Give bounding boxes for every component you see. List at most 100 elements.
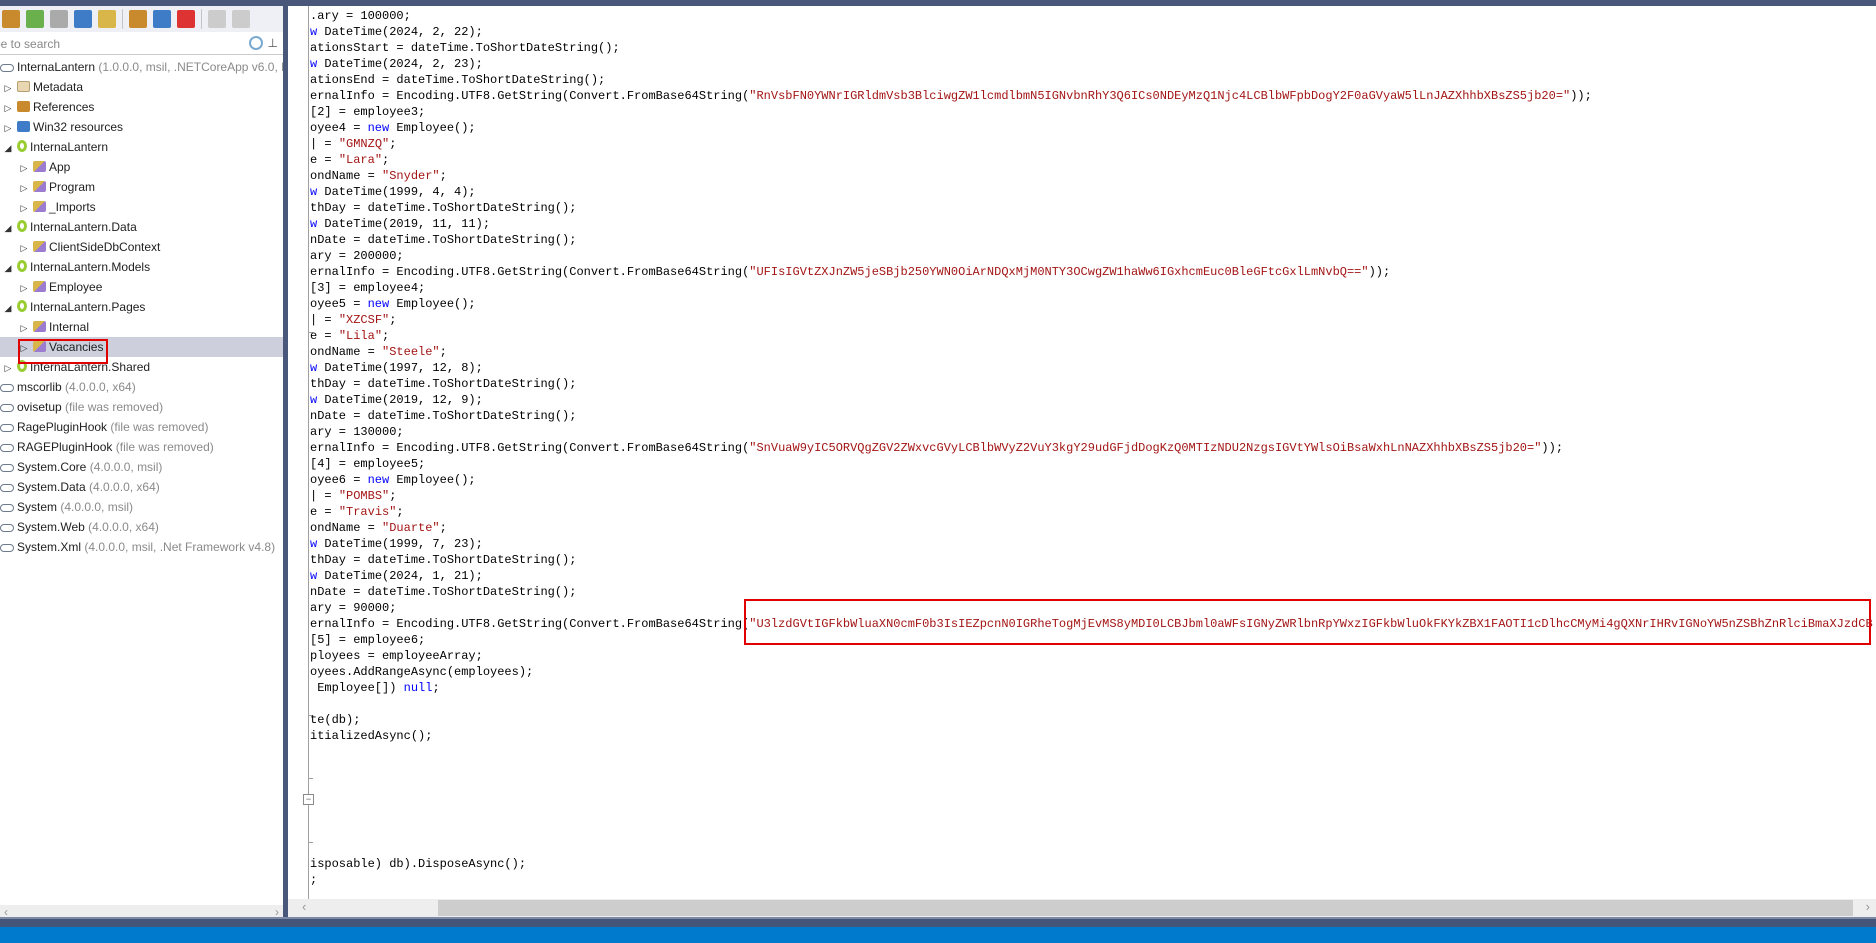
tree-item-internalantern-pages[interactable]: ◢ InternaLantern.Pages	[0, 297, 283, 317]
code-line: nDate = dateTime.ToShortDateString();	[310, 408, 1873, 424]
add-assembly-icon[interactable]	[26, 10, 44, 28]
tree-item-internalantern-models[interactable]: ◢ InternaLantern.Models	[0, 257, 283, 277]
string-token: "Snyder"	[382, 169, 440, 183]
tree-item--imports[interactable]: ▷ _Imports	[0, 197, 283, 217]
code-editor[interactable]: − .ary = 100000; w DateTime(2024, 2, 22);…	[288, 6, 1876, 899]
tree-item-ovisetup[interactable]: ovisetup (file was removed)	[0, 397, 283, 417]
code-token: nDate = dateTime.ToShortDateString();	[310, 409, 577, 423]
tree-item-ragepluginhook[interactable]: RAGEPluginHook (file was removed)	[0, 437, 283, 457]
base64-highlight-box	[744, 599, 1871, 645]
tree-item-system[interactable]: System (4.0.0.0, msil)	[0, 497, 283, 517]
code-line: ary = 130000;	[310, 424, 1873, 440]
win-icon	[17, 121, 30, 132]
tree-item-label: System.Data	[17, 480, 86, 494]
scroll-right-icon[interactable]: ›	[1866, 899, 1870, 914]
search-box[interactable]: pe to search ⊥	[0, 33, 283, 55]
pin-icon[interactable]: ⊥	[268, 36, 278, 50]
disabled-back-icon[interactable]	[232, 10, 250, 28]
collapse-arrow-icon[interactable]: ◢	[3, 298, 13, 318]
expand-arrow-icon[interactable]: ▷	[3, 78, 13, 98]
code-token: ;	[389, 137, 397, 151]
code-line: thDay = dateTime.ToShortDateString();	[310, 552, 1873, 568]
tree-item-internalantern[interactable]: InternaLantern (1.0.0.0, msil, .NETCoreA…	[0, 57, 296, 77]
expand-arrow-icon[interactable]: ▷	[3, 98, 13, 118]
code-token: DateTime(1999, 4, 4);	[317, 185, 476, 199]
string-token: "Travis"	[338, 505, 397, 519]
expand-arrow-icon[interactable]: ▷	[3, 358, 13, 378]
add-settings-icon[interactable]	[129, 10, 147, 28]
tree-item-system-core[interactable]: System.Core (4.0.0.0, msil)	[0, 457, 283, 477]
tree-item-internalantern[interactable]: ◢ InternaLantern	[0, 137, 283, 157]
tree-item-label: Metadata	[33, 80, 84, 94]
code-token: DateTime(2024, 1, 21);	[317, 569, 483, 583]
assembly-icon	[0, 464, 14, 472]
code-line: itializedAsync();	[310, 728, 1873, 744]
add-nuget-icon[interactable]	[98, 10, 116, 28]
tree-item-win32-resources[interactable]: ▷ Win32 resources	[0, 117, 283, 137]
collapse-arrow-icon[interactable]: ◢	[3, 218, 13, 238]
code-token: ));	[1368, 265, 1391, 279]
code-line: ernalInfo = Encoding.UTF8.GetString(Conv…	[310, 264, 1873, 280]
tree-item-label: System.Web	[17, 520, 85, 534]
code-token: Employee();	[389, 297, 476, 311]
expand-arrow-icon[interactable]: ▷	[19, 158, 29, 178]
disabled-icon[interactable]	[74, 10, 92, 28]
class-icon	[33, 241, 46, 252]
expand-arrow-icon[interactable]: ▷	[19, 238, 29, 258]
code-token: Employee();	[389, 121, 476, 135]
expand-arrow-icon[interactable]: ▷	[19, 278, 29, 298]
grid-folder-icon[interactable]	[153, 10, 171, 28]
class-icon	[33, 161, 46, 172]
open-icon[interactable]	[2, 10, 20, 28]
tree-item-clientsidedbcontext[interactable]: ▷ ClientSideDbContext	[0, 237, 283, 257]
tree-item-ragepluginhook[interactable]: RagePluginHook (file was removed)	[0, 417, 283, 437]
string-token: "Lara"	[338, 153, 383, 167]
code-token: ernalInfo = Encoding.UTF8.GetString(Conv…	[310, 441, 750, 455]
code-token: DateTime(2024, 2, 23);	[317, 57, 483, 71]
tree-item-metadata[interactable]: ▷ Metadata	[0, 77, 283, 97]
code-horizontal-scrollbar[interactable]: ‹ ›	[288, 899, 1876, 917]
tree-item-system-web[interactable]: System.Web (4.0.0.0, x64)	[0, 517, 283, 537]
expand-arrow-icon[interactable]: ▷	[3, 118, 13, 138]
expand-arrow-icon[interactable]: ▷	[19, 318, 29, 338]
code-line: [3] = employee4;	[310, 280, 1873, 296]
code-line: | = "XZCSF";	[310, 312, 1873, 328]
collapse-arrow-icon[interactable]: ◢	[3, 138, 13, 158]
class-icon	[33, 281, 46, 292]
assembly-icon	[0, 444, 14, 452]
add-list-icon[interactable]	[50, 10, 68, 28]
vacancies-highlight-box	[18, 339, 108, 364]
code-line: w DateTime(2024, 2, 22);	[310, 24, 1873, 40]
search-icon[interactable]	[249, 36, 263, 50]
class-icon	[33, 201, 46, 212]
search-input[interactable]: pe to search	[0, 37, 60, 51]
delete-list-icon[interactable]	[208, 10, 226, 28]
tag-icon	[17, 81, 30, 92]
expand-arrow-icon[interactable]: ▷	[19, 198, 29, 218]
tree-item-system-data[interactable]: System.Data (4.0.0.0, x64)	[0, 477, 283, 497]
save-list-icon[interactable]	[177, 10, 195, 28]
expand-arrow-icon[interactable]: ▷	[19, 178, 29, 198]
tree-item-employee[interactable]: ▷ Employee	[0, 277, 283, 297]
tree-item-mscorlib[interactable]: mscorlib (4.0.0.0, x64)	[0, 377, 283, 397]
tree-item-app[interactable]: ▷ App	[0, 157, 283, 177]
tree-item-label: InternaLantern	[17, 60, 96, 74]
tree-item-internalantern-data[interactable]: ◢ InternaLantern.Data	[0, 217, 283, 237]
string-token: "RnVsbFN0YWNrIGRldmVsb3BlciwgZW1lcmdlbmN…	[749, 89, 1571, 103]
tree-item-internal[interactable]: ▷ Internal	[0, 317, 283, 337]
tree-item-references[interactable]: ▷ References	[0, 97, 283, 117]
code-line: isposable) db).DisposeAsync();	[310, 856, 1873, 872]
scrollbar-thumb[interactable]	[438, 900, 1853, 916]
code-token: ;	[382, 329, 390, 343]
code-token: e =	[310, 329, 339, 343]
code-token: | =	[310, 489, 339, 503]
collapse-arrow-icon[interactable]: ◢	[3, 258, 13, 278]
tree-item-meta: (file was removed)	[65, 400, 164, 414]
tree-item-label: Program	[49, 180, 96, 194]
tree-item-system-xml[interactable]: System.Xml (4.0.0.0, msil, .Net Framewor…	[0, 537, 283, 557]
folder-icon	[17, 101, 30, 112]
scroll-left-icon[interactable]: ‹	[302, 899, 306, 914]
tree-item-program[interactable]: ▷ Program	[0, 177, 283, 197]
